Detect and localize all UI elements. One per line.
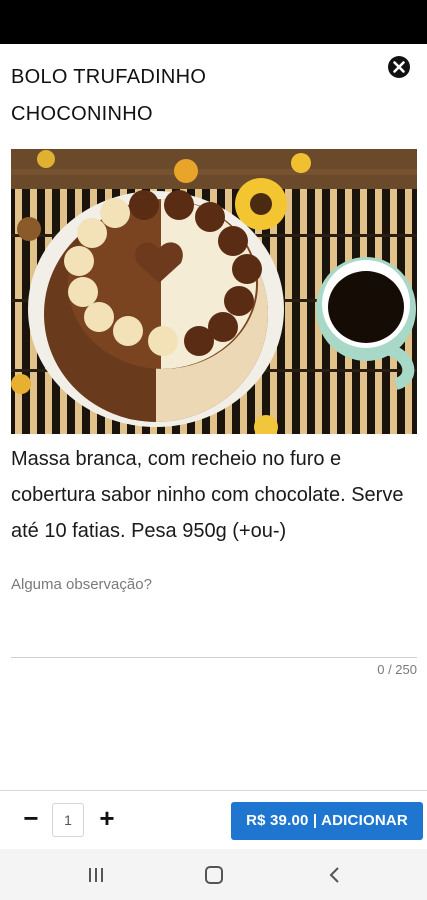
increase-quantity-button[interactable]: + [94, 805, 120, 833]
system-nav-bar [0, 849, 427, 900]
order-bar: − 1 + R$ 39.00 | ADICIONAR [0, 790, 427, 849]
recents-icon[interactable] [84, 863, 108, 887]
product-description: Massa branca, com recheio no furo e cobe… [11, 448, 404, 542]
notes-input[interactable] [11, 568, 417, 656]
product-title: BOLO TRUFADINHO CHOCONINHO [11, 66, 207, 125]
product-image [11, 149, 417, 434]
add-to-cart-button[interactable]: R$ 39.00 | ADICIONAR [231, 802, 423, 840]
notes-field-container [11, 568, 417, 658]
quantity-field[interactable]: 1 [52, 803, 84, 837]
home-icon[interactable] [202, 863, 226, 887]
back-icon[interactable] [323, 863, 347, 887]
status-bar [0, 0, 427, 44]
product-header: BOLO TRUFADINHO CHOCONINHO [0, 44, 427, 144]
close-icon[interactable] [387, 55, 411, 79]
decrease-quantity-button[interactable]: − [18, 805, 44, 833]
char-counter: 0 / 250 [377, 662, 417, 677]
